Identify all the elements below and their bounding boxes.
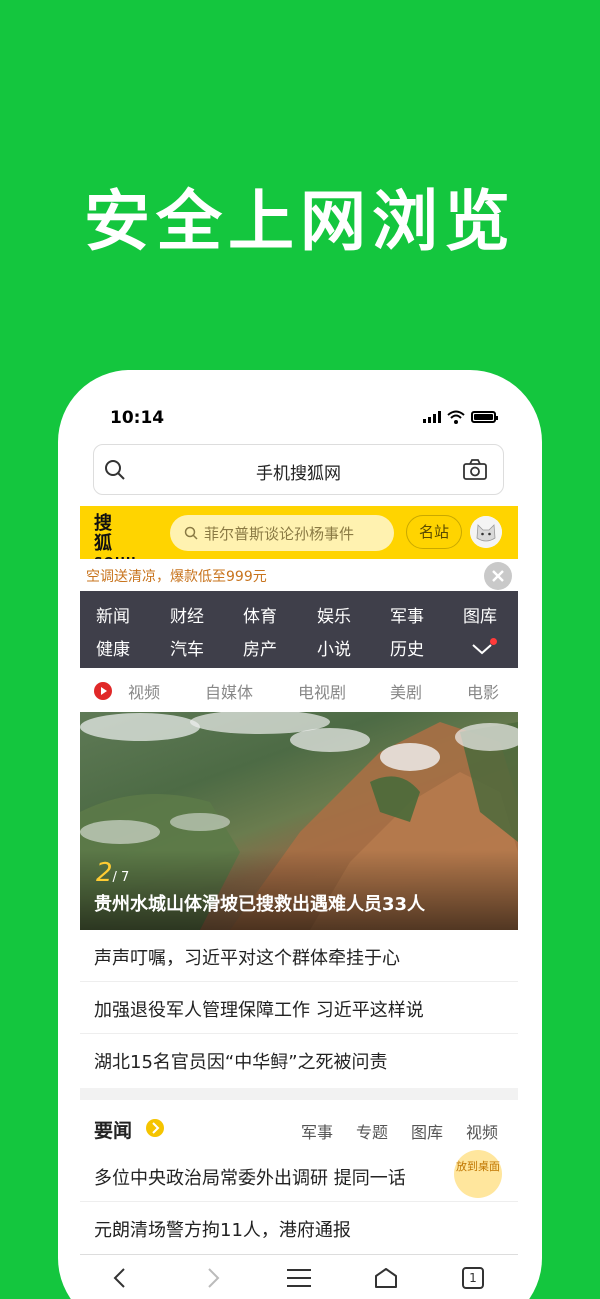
promo-bar[interactable]: 空调送清凉，爆款低至999元: [80, 559, 518, 591]
category-news[interactable]: 新闻: [96, 602, 130, 627]
address-bar[interactable]: 手机搜狐网: [93, 444, 504, 495]
chevron-down-icon[interactable]: [471, 643, 493, 655]
tabs-button[interactable]: 1: [462, 1267, 484, 1289]
category-finance[interactable]: 财经: [170, 602, 204, 627]
hero-carousel[interactable]: 2/ 7 贵州水城山体滑坡已搜救出遇难人员33人: [80, 712, 518, 930]
news-item[interactable]: 声声叮嘱，习近平对这个群体牵挂于心: [80, 930, 518, 982]
web-content: 搜 狐 SOHU.com 菲尔普斯谈论孙杨事件 名站 空调送清凉，爆款低至999…: [80, 506, 518, 1299]
section-divider: [80, 1088, 518, 1100]
news-item[interactable]: 元朗清场警方拘11人，港府通报: [80, 1202, 518, 1254]
back-icon[interactable]: [112, 1267, 128, 1289]
search-icon: [184, 526, 198, 540]
category-nav: 新闻 财经 体育 娱乐 军事 图库 健康 汽车 房产 小说 历史: [80, 591, 518, 668]
banner-headline: 安全上网浏览: [84, 183, 516, 260]
tab-tv-series[interactable]: 电视剧: [298, 679, 346, 703]
battery-icon: [471, 411, 498, 423]
news-item[interactable]: 加强退役军人管理保障工作 习近平这样说: [80, 982, 518, 1034]
category-realestate[interactable]: 房产: [243, 635, 277, 660]
category-military[interactable]: 军事: [390, 602, 424, 627]
search-placeholder: 菲尔普斯谈论孙杨事件: [204, 524, 355, 543]
category-gallery[interactable]: 图库: [463, 602, 497, 627]
section-tag-gallery[interactable]: 图库: [411, 1119, 443, 1143]
news-item[interactable]: 多位中央政治局常委外出调研 提同一话: [80, 1150, 518, 1202]
signal-icon: [423, 411, 441, 423]
close-promo-button[interactable]: [484, 562, 512, 590]
forward-icon[interactable]: [205, 1267, 221, 1289]
video-tabs: 视频 自媒体 电视剧 美剧 电影: [80, 668, 518, 712]
notification-dot: [490, 638, 497, 645]
tab-video[interactable]: 视频: [128, 679, 160, 703]
avatar[interactable]: [470, 516, 502, 548]
mingzhan-button[interactable]: 名站: [406, 515, 462, 549]
close-icon: [492, 570, 504, 582]
tab-we-media[interactable]: 自媒体: [205, 679, 253, 703]
camera-icon[interactable]: [463, 459, 487, 481]
section-header: 要闻 军事 专题 图库 视频: [80, 1100, 518, 1156]
news-item[interactable]: 湖北15名官员因“中华鲟”之死被问责: [80, 1034, 518, 1086]
add-to-desktop-button[interactable]: 放到桌面: [454, 1150, 502, 1198]
category-health[interactable]: 健康: [96, 635, 130, 660]
section-title: 要闻: [94, 1120, 133, 1142]
tab-us-series[interactable]: 美剧: [390, 679, 422, 703]
hero-caption[interactable]: 贵州水城山体滑坡已搜救出遇难人员33人: [94, 890, 425, 916]
tab-movies[interactable]: 电影: [467, 679, 499, 703]
fox-avatar-icon: [470, 516, 502, 548]
category-history[interactable]: 历史: [390, 635, 424, 660]
video-play-icon: [94, 682, 112, 700]
site-search-input[interactable]: 菲尔普斯谈论孙杨事件: [170, 515, 394, 551]
promo-text[interactable]: 空调送清凉，爆款低至999元: [86, 566, 267, 586]
sohu-header: 搜 狐 SOHU.com 菲尔普斯谈论孙杨事件 名站: [80, 506, 518, 570]
status-icons: [423, 410, 498, 424]
sohu-logo[interactable]: 搜 狐 SOHU.com: [94, 514, 172, 570]
slide-counter: 2/ 7: [96, 858, 130, 888]
section-tag-video[interactable]: 视频: [466, 1119, 498, 1143]
section-tag-military[interactable]: 军事: [301, 1119, 333, 1143]
status-time: 10:14: [110, 408, 165, 428]
chevron-right-icon[interactable]: [146, 1119, 164, 1137]
wifi-icon: [447, 410, 465, 424]
section-tag-special[interactable]: 专题: [356, 1119, 388, 1143]
category-novel[interactable]: 小说: [317, 635, 351, 660]
category-auto[interactable]: 汽车: [170, 635, 204, 660]
address-title: 手机搜狐网: [256, 464, 341, 484]
home-icon[interactable]: [374, 1267, 398, 1289]
menu-icon[interactable]: [286, 1267, 312, 1289]
browser-toolbar: 1: [80, 1254, 518, 1299]
category-entertainment[interactable]: 娱乐: [317, 602, 351, 627]
category-sports[interactable]: 体育: [243, 602, 277, 627]
